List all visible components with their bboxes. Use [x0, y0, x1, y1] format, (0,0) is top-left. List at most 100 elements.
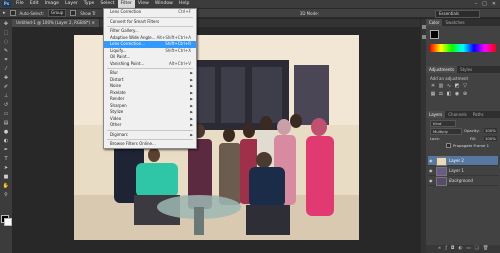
- layer-row-layer-2[interactable]: ◉ Layer 2: [428, 156, 498, 166]
- menu-item-label: Other: [110, 122, 122, 127]
- exposure-icon[interactable]: ◩: [454, 83, 460, 89]
- menu-help[interactable]: Help: [176, 0, 192, 8]
- tab-styles[interactable]: Styles: [457, 66, 475, 73]
- photoshop-logo: Ps: [2, 1, 11, 7]
- fx-icon[interactable]: ƒ: [445, 245, 447, 253]
- vibrance-icon[interactable]: ▽: [462, 83, 468, 89]
- layers-panel-tabs: Layers Channels Paths: [426, 111, 500, 118]
- menu-edit[interactable]: Edit: [27, 0, 42, 8]
- move-icon[interactable]: ✥: [2, 21, 10, 28]
- menu-filter[interactable]: Filter: [117, 0, 135, 8]
- filter-menu-item-vanishing-point[interactable]: Vanishing Point... Alt+Ctrl+V: [104, 61, 196, 68]
- show-transform-checkbox[interactable]: [70, 10, 77, 16]
- layer-row-layer-1[interactable]: ◉ Layer 1: [428, 166, 498, 176]
- add-adjustment-label: Add an adjustment: [430, 76, 469, 81]
- link-layers-icon[interactable]: ∞: [438, 245, 442, 253]
- menu-item-label: Blur: [110, 70, 119, 75]
- menu-layer[interactable]: Layer: [62, 0, 81, 8]
- tab-paths[interactable]: Paths: [470, 111, 487, 118]
- quick-select-icon[interactable]: ✎: [2, 48, 10, 55]
- color-spectrum-bar[interactable]: [430, 44, 496, 52]
- filter-menu-item-browse-filters-online[interactable]: Browse Filters Online...: [104, 141, 196, 148]
- hand-icon[interactable]: ✋: [2, 183, 10, 190]
- tab-channels[interactable]: Channels: [445, 111, 470, 118]
- shape-icon[interactable]: ■: [2, 174, 10, 181]
- tab-swatches[interactable]: Swatches: [442, 19, 467, 26]
- zoom-icon[interactable]: ⚲: [2, 192, 10, 199]
- blend-mode-dropdown[interactable]: Multiply: [430, 128, 462, 135]
- levels-icon[interactable]: ▥: [438, 83, 444, 89]
- propagate-frame-checkbox[interactable]: [446, 143, 451, 148]
- menu-file[interactable]: File: [13, 0, 27, 8]
- minimize-icon[interactable]: –: [475, 1, 478, 7]
- type-icon[interactable]: T: [2, 156, 10, 163]
- eraser-icon[interactable]: ▭: [2, 111, 10, 118]
- menu-window[interactable]: Window: [152, 0, 176, 8]
- visibility-eye-icon[interactable]: ◉: [429, 168, 434, 173]
- path-select-icon[interactable]: ➤: [2, 165, 10, 172]
- menu-item-label: Vanishing Point...: [110, 60, 145, 66]
- fg-color-chip[interactable]: [430, 30, 439, 39]
- menu-select[interactable]: Select: [97, 0, 117, 8]
- brightness-icon[interactable]: ☀: [430, 83, 436, 89]
- tab-adjustments[interactable]: Adjustments: [426, 66, 458, 73]
- delete-layer-icon[interactable]: 🗑: [483, 245, 489, 253]
- filter-menu-item-other[interactable]: Other ▶: [104, 122, 196, 129]
- workspace-dropdown[interactable]: Essentials: [435, 10, 480, 18]
- new-group-icon[interactable]: ▭: [466, 245, 470, 253]
- filter-menu-item-lens-correction[interactable]: Lens Correction Ctrl+F: [104, 9, 196, 16]
- brush-icon[interactable]: ✐: [2, 84, 10, 91]
- clone-stamp-icon[interactable]: ⊥: [2, 93, 10, 100]
- maximize-icon[interactable]: □: [482, 1, 487, 7]
- menu-type[interactable]: Type: [81, 0, 98, 8]
- new-adjustment-icon[interactable]: ◐: [458, 245, 462, 253]
- layer-thumbnail: [436, 157, 447, 166]
- submenu-arrow-icon: ▶: [190, 132, 193, 137]
- new-layer-icon[interactable]: ❏: [475, 245, 479, 253]
- tab-color[interactable]: Color: [426, 19, 443, 26]
- opacity-value[interactable]: 100%: [484, 128, 497, 133]
- dodge-icon[interactable]: ◐: [2, 138, 10, 145]
- mask-icon[interactable]: ◘: [451, 245, 455, 253]
- fill-value[interactable]: 100%: [484, 136, 497, 141]
- pen-icon[interactable]: ✒: [2, 147, 10, 154]
- layer-row-background[interactable]: ◉ Background: [428, 176, 498, 186]
- close-icon[interactable]: ✕: [492, 1, 496, 7]
- filter-menu-item-convert-for-smart-filters[interactable]: Convert for Smart Filters: [104, 19, 196, 26]
- marquee-icon[interactable]: ⬚: [2, 30, 10, 37]
- menu-view[interactable]: View: [135, 0, 152, 8]
- auto-select-checkbox[interactable]: [9, 10, 16, 16]
- menu-image[interactable]: Image: [42, 0, 62, 8]
- menu-item-label: Adaptive Wide Angle...: [110, 34, 156, 40]
- gradient-icon[interactable]: ▤: [2, 120, 10, 127]
- menu-item-label: Stylize: [110, 109, 124, 114]
- adjustments-panel-tabs: Adjustments Styles: [426, 66, 500, 73]
- tab-untitled-1[interactable]: Untitled-1 @ 100% (Layer 2, RGB/8*) ✕: [12, 19, 100, 27]
- menu-separator: [107, 139, 193, 140]
- hue-sat-icon[interactable]: ▦: [430, 91, 436, 97]
- eyedropper-icon[interactable]: ⁄: [2, 66, 10, 73]
- black-white-icon[interactable]: ◧: [446, 91, 452, 97]
- filter-menu-item-digimarc[interactable]: Digimarc ▶: [104, 132, 196, 139]
- layers-panel-footer: ∞ ƒ ◘ ◐ ▭ ❏ 🗑: [426, 245, 500, 253]
- tool-preset-icon[interactable]: ▸: [3, 10, 6, 16]
- tab-layers[interactable]: Layers: [426, 111, 446, 118]
- lasso-icon[interactable]: ◌: [2, 39, 10, 46]
- color-balance-icon[interactable]: ⚖: [438, 91, 444, 97]
- history-brush-icon[interactable]: ↺: [2, 102, 10, 109]
- color-panel-tabs: Color Swatches: [426, 19, 500, 26]
- menu-item-label: Browse Filters Online...: [110, 141, 156, 146]
- visibility-eye-icon[interactable]: ◉: [429, 158, 434, 163]
- crop-icon[interactable]: ⌗: [2, 57, 10, 64]
- auto-select-dropdown[interactable]: Group: [48, 9, 67, 17]
- visibility-eye-icon[interactable]: ◉: [429, 178, 434, 183]
- healing-icon[interactable]: ✚: [2, 75, 10, 82]
- curves-icon[interactable]: ∿: [446, 83, 452, 89]
- photo-filter-icon[interactable]: ◉: [454, 91, 460, 97]
- background-color-swatch[interactable]: [4, 218, 12, 226]
- menu-item-label: Liquify...: [110, 47, 127, 53]
- blur-icon[interactable]: ●: [2, 129, 10, 136]
- channel-mixer-icon[interactable]: ⊕: [462, 91, 468, 97]
- right-panels: Color Swatches Adjustments Styles Add an…: [426, 19, 500, 253]
- layer-kind-filter[interactable]: Kind: [430, 120, 456, 127]
